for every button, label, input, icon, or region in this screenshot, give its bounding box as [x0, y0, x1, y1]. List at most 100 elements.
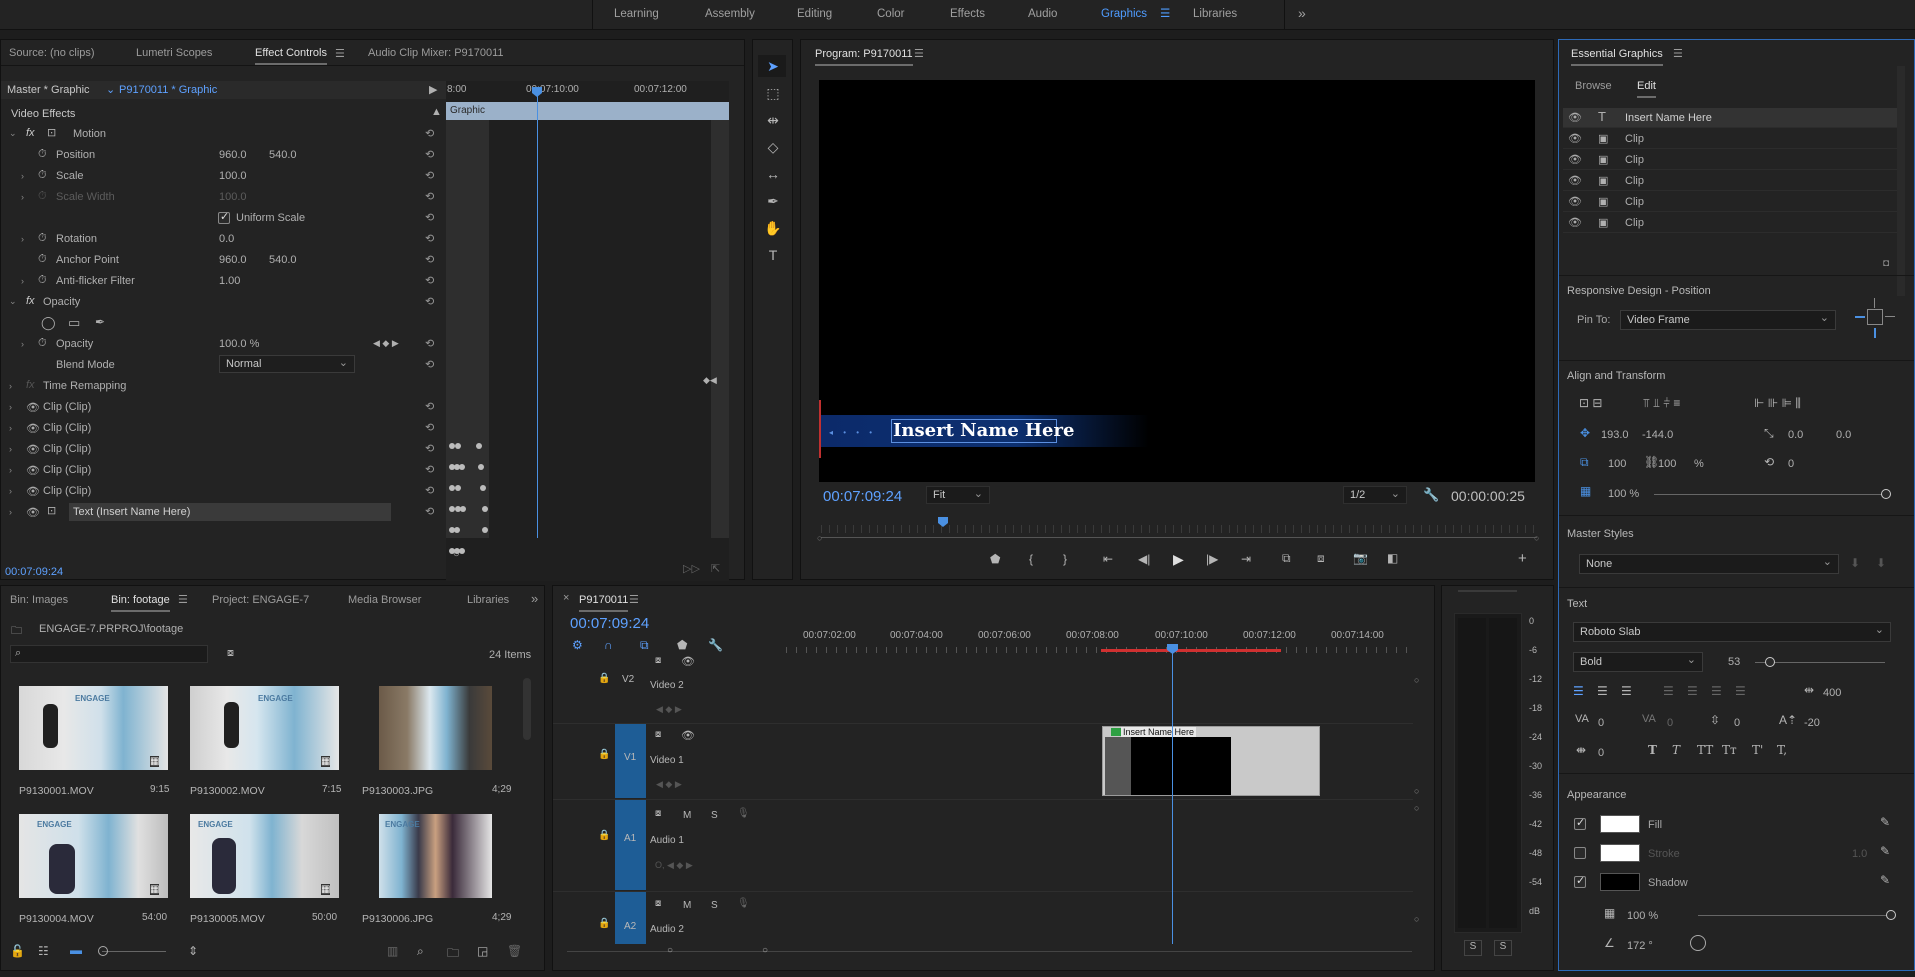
eye-icon[interactable]: 👁 — [1568, 216, 1582, 229]
mute-button[interactable]: M — [683, 810, 691, 821]
playhead-handle[interactable] — [532, 87, 542, 97]
tab-browse[interactable]: Browse — [1575, 80, 1612, 92]
playhead[interactable] — [537, 89, 538, 538]
eye-icon[interactable]: 👁 — [1568, 111, 1582, 124]
expand-arrow-icon[interactable]: › — [21, 234, 24, 244]
menu-icon[interactable]: ☰ — [629, 593, 639, 606]
thumbnail[interactable]: ENGAGE ▦ — [19, 686, 168, 770]
reset-icon[interactable]: ⟲ — [425, 442, 434, 455]
thumbnail[interactable]: ENGAGE — [379, 814, 492, 898]
stopwatch-icon[interactable]: ⏱ — [38, 169, 47, 182]
stopwatch-icon[interactable]: ⏱ — [38, 337, 47, 350]
tab-audio-clip-mixer[interactable]: Audio Clip Mixer: P9170011 — [368, 47, 504, 59]
mute-button[interactable]: M — [683, 900, 691, 911]
thumbnail[interactable] — [379, 686, 492, 770]
kerning-value[interactable]: 0 — [1598, 717, 1604, 729]
fx-icon[interactable]: fx — [26, 127, 35, 139]
scroll-start-handle[interactable]: ○ — [667, 945, 673, 956]
eye-icon[interactable]: 👁 — [1568, 195, 1582, 208]
eye-icon[interactable]: 👁 — [1568, 132, 1582, 145]
lower-third-text[interactable]: Insert Name Here — [893, 420, 1074, 441]
all-caps-icon[interactable]: TT — [1697, 743, 1713, 757]
close-icon[interactable]: × — [563, 592, 569, 604]
chevron-up-icon[interactable]: ▲ — [431, 106, 442, 118]
eg-scale-h[interactable]: 100 — [1658, 458, 1676, 470]
pin-widget[interactable] — [1855, 298, 1895, 340]
reset-icon[interactable]: ⟲ — [425, 211, 434, 224]
zoom-slider-track[interactable] — [102, 951, 166, 952]
comparison-view-icon[interactable]: ◧ — [1387, 551, 1398, 565]
tab-edit[interactable]: Edit — [1637, 80, 1656, 98]
vertical-zoom-handle[interactable]: ○ — [1414, 786, 1419, 796]
pen-mask-icon[interactable]: ✒ — [95, 315, 105, 329]
eg-position-y[interactable]: -144.0 — [1642, 429, 1673, 441]
sync-lock-icon[interactable]: ⧇ — [655, 655, 661, 666]
graphic-clip-bar[interactable]: Graphic — [446, 102, 729, 120]
shadow-opacity-slider-track[interactable] — [1698, 915, 1886, 916]
eye-icon[interactable]: 👁 — [26, 443, 40, 456]
keyframe-nav-icon[interactable]: ◀ ◆ ▶ — [656, 779, 682, 790]
reset-icon[interactable]: ⟲ — [425, 232, 434, 245]
list-view-icon[interactable]: ☷ — [38, 944, 49, 958]
expand-arrow-icon[interactable]: › — [21, 171, 24, 181]
zoom-dropdown[interactable]: Fit — [926, 486, 990, 504]
opacity-icon[interactable]: ▦ — [1580, 484, 1591, 498]
scale-value[interactable]: 100.0 — [219, 170, 247, 182]
automate-icon[interactable]: ▥ — [387, 944, 398, 958]
keyframe[interactable] — [478, 464, 484, 470]
pin-edge-top[interactable] — [1874, 298, 1875, 308]
anchor-x-value[interactable]: 960.0 — [219, 254, 247, 266]
layer-row[interactable]: 👁 T Insert Name Here — [1563, 108, 1897, 128]
eye-icon[interactable]: 👁 — [681, 655, 695, 668]
eg-anchor-x[interactable]: 0.0 — [1788, 429, 1803, 441]
track-id[interactable]: V2 — [622, 674, 634, 685]
vertical-zoom-handle[interactable]: ○ — [1414, 803, 1419, 813]
workspace-assembly[interactable]: Assembly — [705, 8, 755, 20]
find-icon[interactable]: ⌕ — [417, 944, 424, 959]
tab-source[interactable]: Source: (no clips) — [9, 47, 95, 59]
eg-rotation[interactable]: 0 — [1788, 458, 1794, 470]
reset-icon[interactable]: ⟲ — [425, 127, 434, 140]
zoom-handle-icon[interactable]: ○ — [453, 548, 460, 560]
tab-project[interactable]: Project: ENGAGE-7 — [212, 594, 309, 606]
keyframe[interactable] — [454, 527, 460, 533]
reset-icon[interactable]: ⟲ — [425, 505, 434, 518]
align-to-video-frame-icon[interactable]: ⊡ ⊟ — [1579, 396, 1602, 410]
eye-icon[interactable]: 👁 — [26, 422, 40, 435]
stopwatch-icon[interactable]: ⏱ — [38, 148, 47, 161]
pin-edge-bottom[interactable] — [1874, 328, 1876, 338]
master-style-dropdown[interactable]: None — [1579, 554, 1839, 574]
selection-tool-icon[interactable]: ➤ — [763, 58, 783, 75]
tsume-value[interactable]: 0 — [1598, 747, 1604, 759]
solo-right-button[interactable]: S — [1494, 940, 1512, 956]
eye-icon[interactable]: 👁 — [26, 485, 40, 498]
stopwatch-icon[interactable]: ⏱ — [38, 274, 47, 287]
eg-anchor-y[interactable]: 0.0 — [1836, 429, 1851, 441]
rotation-icon[interactable]: ⟲ — [1764, 455, 1774, 469]
thumbnail[interactable]: ENGAGE ▦ — [19, 814, 168, 898]
blend-mode-dropdown[interactable]: Normal — [219, 355, 355, 373]
expand-arrow-icon[interactable]: ⌄ — [9, 296, 17, 307]
play-icon[interactable]: ▶ — [1173, 551, 1184, 568]
eye-icon[interactable]: 👁 — [681, 729, 695, 742]
tab-bin-footage[interactable]: Bin: footage — [111, 594, 170, 612]
keyframe[interactable] — [455, 443, 461, 449]
subscript-icon[interactable]: T, — [1777, 743, 1787, 757]
work-area-bar[interactable] — [1101, 649, 1281, 652]
export-frame-icon[interactable]: ⇱ — [711, 562, 720, 575]
reset-icon[interactable]: ⟲ — [425, 148, 434, 161]
ellipse-mask-icon[interactable]: ◯ — [41, 315, 56, 331]
stroke-checkbox[interactable] — [1574, 847, 1586, 859]
solo-button[interactable]: S — [711, 900, 718, 911]
expand-arrow-icon[interactable]: › — [9, 507, 12, 517]
scrollbar[interactable] — [523, 678, 531, 740]
sync-lock-icon[interactable]: ⧇ — [655, 729, 661, 740]
shadow-angle-dial[interactable] — [1690, 935, 1706, 951]
reset-icon[interactable]: ⟲ — [425, 295, 434, 308]
workspace-color[interactable]: Color — [877, 8, 904, 20]
reset-icon[interactable]: ⟲ — [425, 358, 434, 371]
thumbnail[interactable]: ENGAGE ▦ — [190, 686, 339, 770]
layer-row[interactable]: 👁 ▣ Clip — [1563, 150, 1897, 170]
sequence-clip-label[interactable]: P9170011 * Graphic — [119, 84, 217, 96]
superscript-icon[interactable]: T' — [1752, 743, 1763, 757]
